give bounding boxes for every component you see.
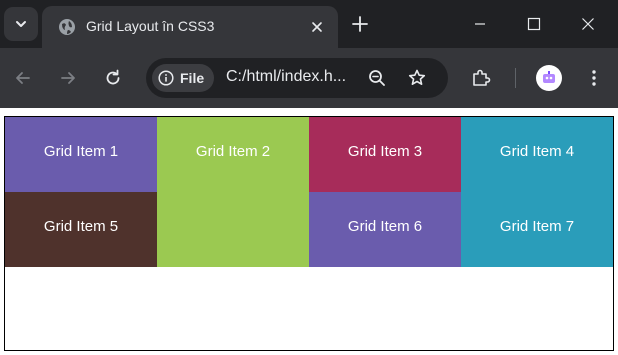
reload-button[interactable] — [102, 67, 124, 89]
minimize-icon — [475, 23, 485, 25]
minimize-button[interactable] — [454, 0, 506, 48]
window-close-icon — [582, 18, 594, 30]
bookmark-button[interactable] — [406, 67, 428, 89]
tab-title: Grid Layout în CSS3 — [86, 18, 215, 34]
profile-icon — [543, 71, 555, 83]
grid-item-6: Grid Item 6 — [309, 192, 461, 267]
back-arrow-icon — [16, 72, 30, 84]
grid-item-3: Grid Item 3 — [309, 117, 461, 192]
grid-container: Grid Item 1 Grid Item 2 Grid Item 3 Grid… — [4, 116, 614, 351]
extensions-button[interactable] — [470, 67, 492, 89]
back-button[interactable] — [12, 67, 34, 89]
forward-button[interactable] — [57, 67, 79, 89]
menu-button[interactable] — [583, 67, 605, 89]
maximize-button[interactable] — [508, 0, 560, 48]
grid-item-2: Grid Item 2 — [157, 117, 309, 267]
zoom-button[interactable] — [366, 67, 388, 89]
tab-search-button[interactable] — [4, 7, 38, 41]
profile-avatar[interactable] — [536, 65, 562, 91]
browser-window: Grid Layout în CSS3 File C:/html/index.h… — [0, 0, 618, 355]
address-bar[interactable]: File C:/html/index.h... — [146, 58, 448, 98]
globe-icon — [59, 19, 75, 35]
info-icon — [158, 70, 174, 86]
tab-active[interactable]: Grid Layout în CSS3 — [42, 6, 338, 48]
chevron-down-icon — [16, 21, 26, 27]
page-viewport: Grid Item 1 Grid Item 2 Grid Item 3 Grid… — [0, 108, 618, 355]
tab-strip: Grid Layout în CSS3 — [0, 0, 618, 48]
reload-icon — [106, 69, 120, 85]
close-icon[interactable] — [308, 18, 326, 36]
window-close-button[interactable] — [562, 0, 614, 48]
site-info-chip[interactable]: File — [152, 64, 214, 92]
menu-icon — [592, 70, 596, 86]
grid-item-7: Grid Item 7 — [461, 192, 613, 267]
toolbar: File C:/html/index.h... — [0, 48, 618, 108]
grid-item-4: Grid Item 4 — [461, 117, 613, 192]
url-text[interactable]: C:/html/index.h... — [226, 68, 364, 86]
bookmark-star-icon — [408, 69, 426, 85]
extensions-icon — [473, 69, 491, 86]
site-info-label: File — [180, 70, 205, 86]
grid-item-5: Grid Item 5 — [5, 192, 157, 267]
forward-arrow-icon — [61, 72, 75, 84]
grid-item-1: Grid Item 1 — [5, 117, 157, 192]
toolbar-separator — [515, 68, 516, 88]
maximize-icon — [527, 17, 541, 31]
new-tab-plus-icon[interactable] — [350, 14, 370, 34]
zoom-out-icon — [369, 70, 385, 86]
